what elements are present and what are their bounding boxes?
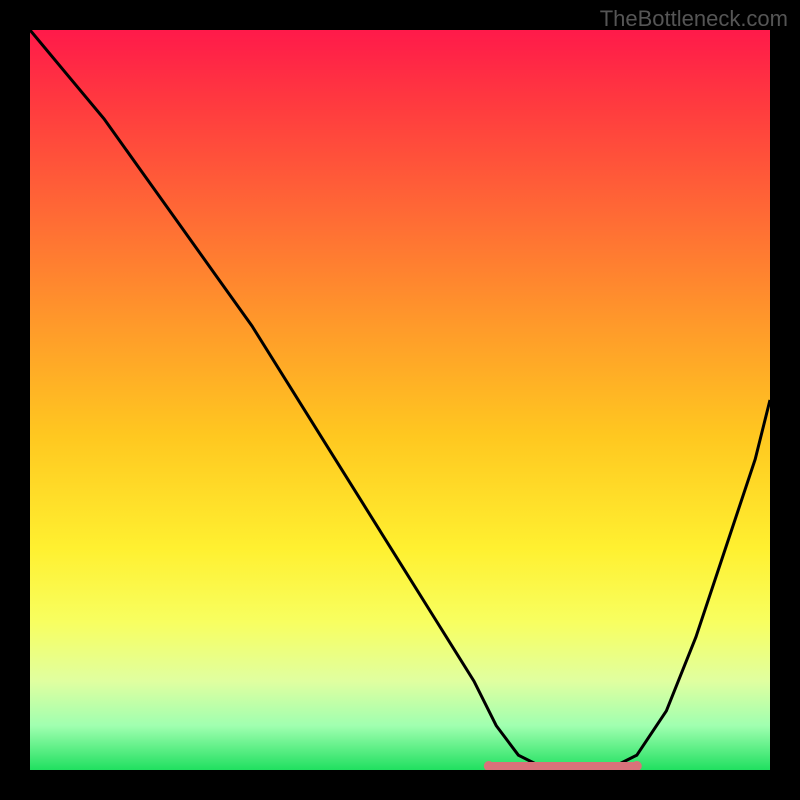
- watermark-text: TheBottleneck.com: [600, 6, 788, 32]
- gradient-background: [30, 30, 770, 770]
- chart-plot-area: [30, 30, 770, 770]
